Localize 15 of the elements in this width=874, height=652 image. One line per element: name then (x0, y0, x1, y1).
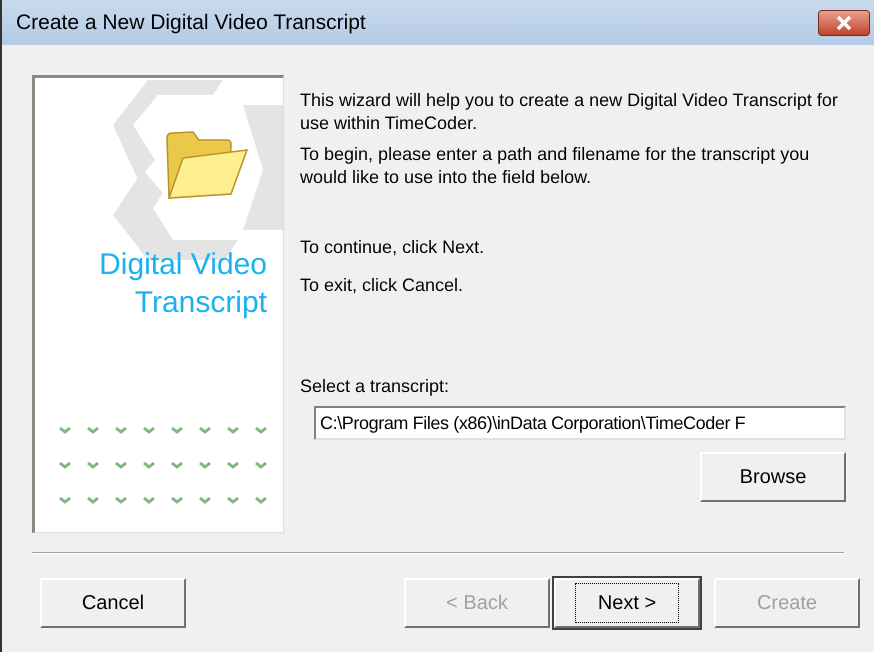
instruction-text: To continue, click Next. (300, 236, 486, 259)
window-title: Create a New Digital Video Transcript (16, 10, 367, 36)
browse-button[interactable]: Browse (700, 452, 846, 502)
panel-heading: Transcript (134, 285, 267, 321)
transcript-path-field[interactable]: C:\Program Files (x86)\inData Corporation\TimeCoder F (314, 406, 846, 440)
close-button[interactable] (818, 10, 870, 36)
wizard-button[interactable]: Cancel (40, 578, 186, 628)
folder-icon (165, 130, 249, 202)
wizard-button[interactable]: Next > (554, 578, 700, 628)
instruction-text: To begin, please enter a path and filename for the transcript you would like to use into the field below. (300, 143, 810, 189)
instruction-text: To exit, click Cancel. (300, 274, 464, 297)
instruction-text: This wizard will help you to create a new Digital Video Transcript for use within TimeCoder. (300, 89, 839, 135)
close-icon (836, 16, 852, 30)
panel-heading: Digital Video (99, 247, 267, 283)
field-label: Select a transcript: (300, 375, 450, 398)
